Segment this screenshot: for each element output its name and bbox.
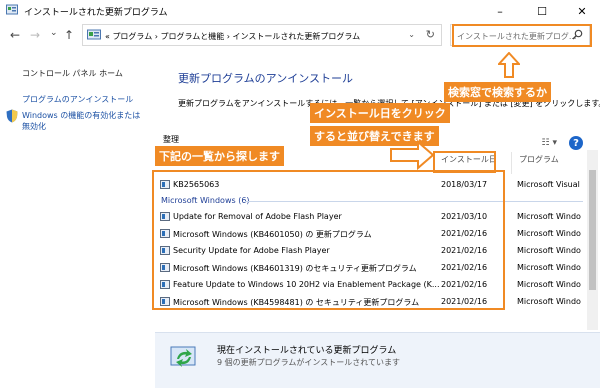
- up-arrow-annotation-icon: [498, 52, 520, 78]
- column-header-program[interactable]: プログラム: [519, 154, 559, 172]
- page-title: 更新プログラムのアンインストール: [178, 72, 354, 85]
- list-note-label: 下記の一覧から探します: [155, 146, 284, 166]
- control-panel-home-link[interactable]: コントロール パネル ホーム: [22, 68, 123, 79]
- control-panel-icon: [6, 4, 18, 15]
- shield-icon: [6, 109, 18, 123]
- windows-features-link[interactable]: Windows の機能の有効化または: [22, 110, 140, 121]
- control-panel-icon: [87, 29, 101, 40]
- back-button[interactable]: ←: [10, 28, 20, 42]
- vertical-scrollbar[interactable]: [587, 150, 598, 330]
- list-highlight-box: [152, 170, 505, 310]
- scrollbar-thumb[interactable]: [589, 170, 596, 290]
- search-note-label: 検索窓で検索するか: [444, 82, 551, 102]
- title-bar: インストールされた更新プログラム – ☐ ✕: [0, 0, 600, 22]
- refresh-button[interactable]: ↻: [426, 28, 435, 41]
- address-bar[interactable]: « プログラム › プログラムと機能 › インストールされた更新プログラム ⌄ …: [82, 24, 442, 46]
- update-program: Microsoft Windo: [517, 229, 581, 238]
- update-program: Microsoft Windo: [517, 246, 581, 255]
- installed-updates-window: インストールされた更新プログラム – ☐ ✕ ← → ⌄ ↑ « プログラム ›…: [0, 0, 600, 388]
- updates-icon: [170, 346, 196, 367]
- uninstall-program-link[interactable]: プログラムのアンインストール: [22, 94, 133, 105]
- maximize-button[interactable]: ☐: [522, 0, 562, 22]
- windows-features-link-line2[interactable]: 無効化: [22, 121, 46, 132]
- chevron-down-icon[interactable]: ⌄: [408, 30, 415, 39]
- help-icon[interactable]: ?: [569, 136, 583, 150]
- details-count: 9 個の更新プログラムがインストールされています: [217, 358, 400, 367]
- search-highlight-box: [452, 24, 592, 47]
- left-pane: コントロール パネル ホーム プログラムのアンインストール Windows の機…: [0, 50, 160, 388]
- update-program: Microsoft Windo: [517, 212, 581, 221]
- list-toolbar: ☷ ▾ ?: [523, 136, 583, 152]
- update-program: Microsoft Windo: [517, 297, 581, 306]
- minimize-button[interactable]: –: [480, 0, 520, 22]
- update-program: Microsoft Windo: [517, 263, 581, 272]
- recent-locations-button[interactable]: ⌄: [50, 28, 58, 38]
- details-title: 現在インストールされている更新プログラム: [217, 346, 397, 356]
- update-program: Microsoft Visual: [517, 180, 580, 189]
- update-program: Microsoft Windo: [517, 280, 581, 289]
- organize-button[interactable]: 整理: [163, 134, 179, 145]
- right-arrow-annotation-icon: [390, 140, 434, 170]
- view-options-icon[interactable]: ☷ ▾: [542, 138, 557, 148]
- date-note-label-1: インストール日をクリック: [310, 103, 450, 123]
- up-button[interactable]: ↑: [64, 28, 74, 42]
- breadcrumb[interactable]: « プログラム › プログラムと機能 › インストールされた更新プログラム: [105, 31, 360, 42]
- column-divider[interactable]: [511, 152, 512, 174]
- close-button[interactable]: ✕: [562, 0, 600, 22]
- forward-button[interactable]: →: [30, 28, 40, 42]
- window-title: インストールされた更新プログラム: [24, 8, 168, 18]
- details-pane: 現在インストールされている更新プログラム 9 個の更新プログラムがインストールさ…: [155, 332, 600, 388]
